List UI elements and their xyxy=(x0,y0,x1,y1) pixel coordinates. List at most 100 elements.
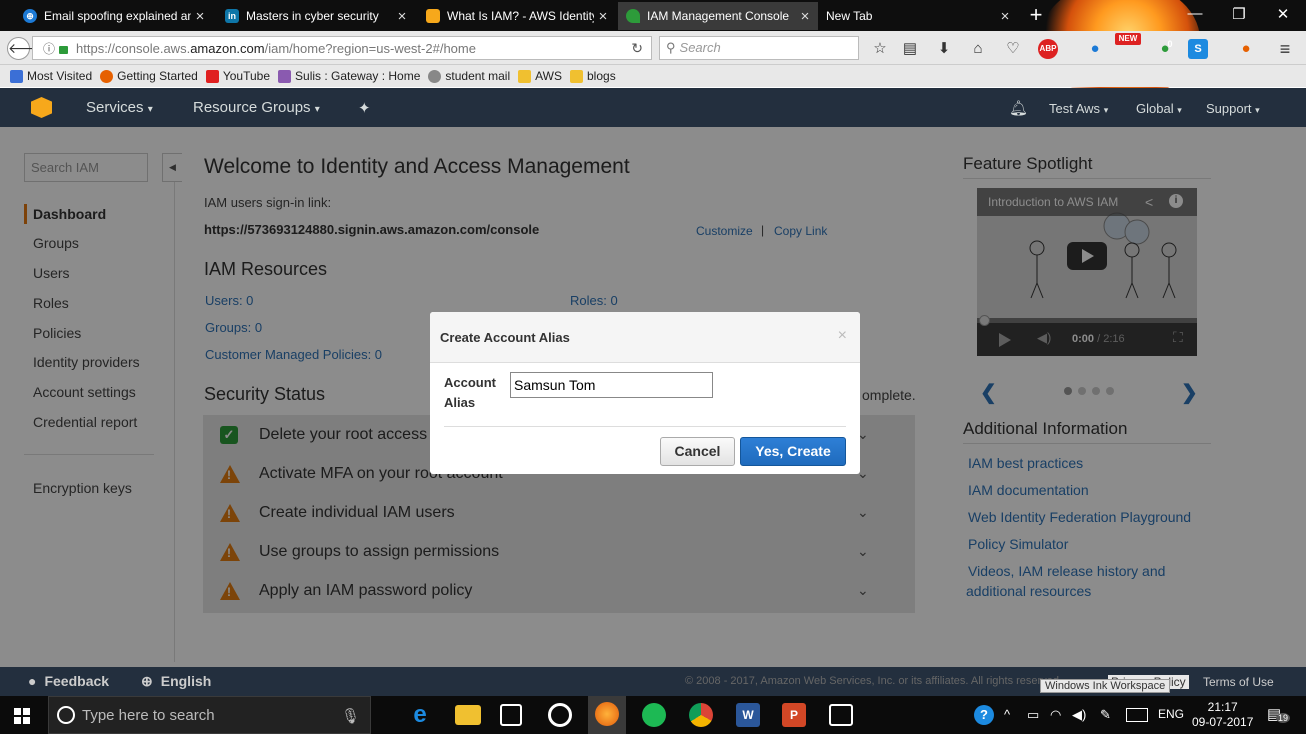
edge-icon[interactable]: e xyxy=(407,702,433,728)
hamburger-menu-icon[interactable]: ≡ xyxy=(1275,39,1295,59)
bookmark-getting-started[interactable]: Getting Started xyxy=(100,69,198,83)
create-account-alias-dialog: Create Account Alias × Account Alias Canc… xyxy=(430,312,860,474)
feedback-button[interactable]: ● Feedback xyxy=(28,673,109,689)
bookmark-star-icon[interactable]: ☆ xyxy=(870,39,890,59)
store-icon[interactable] xyxy=(500,704,522,726)
taskbar-search-input[interactable]: Type here to search 🎙︎ xyxy=(48,696,371,734)
skype-icon[interactable]: S xyxy=(1188,39,1208,59)
help-icon[interactable]: ? xyxy=(974,705,994,725)
library-icon[interactable]: ▤ xyxy=(900,39,920,59)
aws-footer: ● Feedback ⊕ English © 2008 - 2017, Amazon… xyxy=(0,667,1306,696)
language-indicator[interactable]: ENG xyxy=(1158,707,1184,721)
bookmark-youtube[interactable]: YouTube xyxy=(205,69,270,83)
close-tab-icon[interactable]: × xyxy=(594,8,612,25)
close-icon[interactable]: × xyxy=(838,327,847,345)
photos-icon[interactable] xyxy=(829,704,853,726)
services-menu[interactable]: Services ▾ xyxy=(86,99,153,116)
windows-start-icon[interactable] xyxy=(14,708,30,724)
close-tab-icon[interactable]: × xyxy=(191,8,209,25)
time: 21:17 xyxy=(1207,700,1238,714)
url-prefix: https://console.aws. xyxy=(76,40,191,56)
cancel-button[interactable]: Cancel xyxy=(660,437,735,466)
support-menu[interactable]: Support ▾ xyxy=(1206,101,1260,116)
keyboard-icon[interactable] xyxy=(1126,708,1148,722)
aws-top-nav: Services ▾ Resource Groups ▾ ✦ 🔔︎ Test A… xyxy=(0,88,1306,127)
url-bar[interactable]: ⓘ https://console.aws. amazon.com/iam/hom… xyxy=(32,36,652,60)
new-badge-extension-icon[interactable]: NEW xyxy=(1115,33,1141,45)
close-tab-icon[interactable]: × xyxy=(393,8,411,25)
linkedin-icon: in xyxy=(225,9,239,23)
tab-what-is-iam[interactable]: What Is IAM? - AWS Identity × xyxy=(418,2,616,30)
tab-label: Email spoofing explained an xyxy=(44,9,191,23)
search-icon: ⚲ xyxy=(666,40,676,55)
region-menu[interactable]: Global ▾ xyxy=(1136,101,1182,116)
microphone-icon[interactable]: 🎙︎ xyxy=(341,707,360,725)
bookmark-aws[interactable]: AWS xyxy=(518,69,562,83)
firefox-icon[interactable] xyxy=(588,696,626,734)
resource-groups-menu[interactable]: Resource Groups ▾ xyxy=(193,99,320,116)
bookmark-label: student mail xyxy=(445,69,511,83)
date: 09-07-2017 xyxy=(1192,715,1254,729)
file-explorer-icon[interactable] xyxy=(455,705,481,725)
adblock-icon[interactable]: ABP xyxy=(1038,39,1058,59)
account-menu[interactable]: Test Aws ▾ xyxy=(1049,101,1108,116)
account-alias-input[interactable] xyxy=(510,372,713,398)
folder-icon xyxy=(570,69,583,83)
info-icon[interactable]: ⓘ xyxy=(43,40,55,57)
reload-icon[interactable]: ↻ xyxy=(631,40,643,57)
speaker-icon[interactable]: ◀) xyxy=(1072,707,1086,723)
restore-icon[interactable]: ❐ xyxy=(1224,5,1254,23)
word-icon[interactable]: W xyxy=(736,703,760,727)
pin-icon[interactable]: ✦ xyxy=(358,99,371,117)
close-tab-icon[interactable]: × xyxy=(996,8,1014,25)
tray-chevron-icon[interactable]: ^ xyxy=(1004,707,1010,722)
language-label: English xyxy=(160,673,212,689)
minimize-icon[interactable]: — xyxy=(1180,5,1210,22)
groove-icon[interactable] xyxy=(548,703,572,727)
bell-icon[interactable]: 🔔︎ xyxy=(1009,99,1028,117)
pen-workspace-icon[interactable]: ✎ xyxy=(1100,707,1111,723)
browser-search-input[interactable]: ⚲ Search xyxy=(659,36,859,60)
dialog-title: Create Account Alias xyxy=(440,330,570,345)
notification-count: 19 xyxy=(1276,713,1291,723)
bookmark-label: Getting Started xyxy=(117,69,198,83)
language-button[interactable]: ⊕ English xyxy=(141,673,211,690)
yes-create-button[interactable]: Yes, Create xyxy=(740,437,846,466)
terms-of-use-link[interactable]: Terms of Use xyxy=(1203,675,1274,689)
extension-count-badge: 0 xyxy=(1167,39,1173,49)
bookmark-label: Sulis : Gateway : Home xyxy=(295,69,421,83)
firefox-logo xyxy=(595,702,619,726)
bookmark-most-visited[interactable]: Most Visited xyxy=(10,69,92,83)
aws-icon xyxy=(426,9,440,23)
url-path: /iam/home?region=us-west-2#/home xyxy=(264,40,476,56)
close-tab-icon[interactable]: × xyxy=(796,8,814,25)
chrome-icon[interactable] xyxy=(689,703,713,727)
powerpoint-icon[interactable]: P xyxy=(782,703,806,727)
chevron-down-icon: ▾ xyxy=(314,104,320,115)
cortana-icon xyxy=(57,706,75,724)
extension-orange-icon[interactable]: ● xyxy=(1236,39,1256,59)
spotify-icon[interactable] xyxy=(642,703,666,727)
tab-iam-console[interactable]: IAM Management Console × xyxy=(618,2,818,30)
home-icon[interactable]: ⌂ xyxy=(968,39,988,59)
aws-cube-logo-icon[interactable] xyxy=(31,97,52,118)
back-arrow-icon[interactable]: 🡐 xyxy=(7,37,46,60)
wifi-icon[interactable]: ◠ xyxy=(1050,707,1061,723)
bookmark-sulis[interactable]: Sulis : Gateway : Home xyxy=(278,69,420,83)
window-close-icon[interactable]: ✕ xyxy=(1268,5,1298,23)
windows-ink-tooltip: Windows Ink Workspace xyxy=(1040,679,1171,693)
windows-taskbar: Type here to search 🎙︎ e W P ? ^ ▭ ◠ ◀) … xyxy=(0,696,1306,734)
leaf-icon xyxy=(626,9,640,23)
tab-new-tab[interactable]: New Tab × xyxy=(818,2,1018,30)
pocket-icon[interactable]: ♡ xyxy=(1003,39,1023,59)
extension-icon[interactable]: ● xyxy=(1085,39,1105,59)
notification-center-icon[interactable]: ▤ 19 xyxy=(1267,705,1291,723)
bookmark-blogs[interactable]: blogs xyxy=(570,69,616,83)
tab-masters-cyber[interactable]: in Masters in cyber security × xyxy=(217,2,415,30)
tab-email-spoofing[interactable]: ⊕ Email spoofing explained an × xyxy=(15,2,213,30)
battery-icon: ▭ xyxy=(1027,707,1040,722)
download-icon[interactable]: ⬇ xyxy=(934,39,954,59)
bookmark-student-mail[interactable]: student mail xyxy=(428,69,510,83)
tab-label: What Is IAM? - AWS Identity xyxy=(447,9,594,23)
clock[interactable]: 21:17 09-07-2017 xyxy=(1192,700,1253,730)
